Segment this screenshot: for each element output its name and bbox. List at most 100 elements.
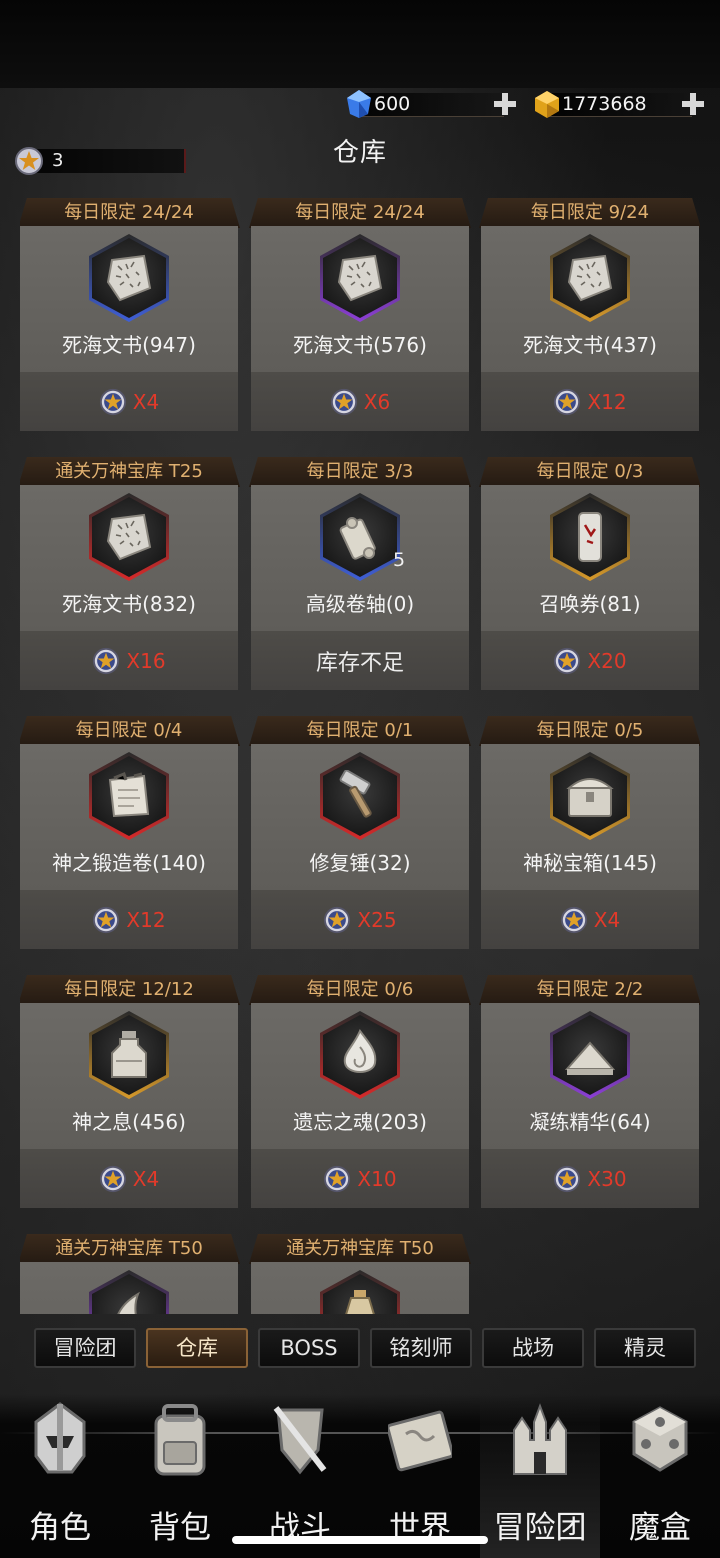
shop-item-card[interactable]: 每日限定 0/6 遗忘之魂(203) X10 xyxy=(249,975,471,1208)
add-gold-button[interactable] xyxy=(680,91,706,117)
item-body: 神之息(456) xyxy=(20,1003,238,1149)
item-body: 神秘宝箱(145) xyxy=(481,744,699,890)
item-price: X4 xyxy=(132,1166,160,1191)
star-coin-icon xyxy=(324,1165,351,1192)
item-price: X20 xyxy=(587,648,627,673)
nav-item[interactable]: 世界 xyxy=(360,1394,480,1558)
stone-tablet-icon xyxy=(335,252,385,304)
star-coin-icon xyxy=(554,1165,581,1192)
diamond-currency: 600 xyxy=(344,88,520,120)
purchase-limit-label: 每日限定 0/6 xyxy=(249,975,471,1005)
item-price: X4 xyxy=(132,389,160,414)
shop-item-grid[interactable]: 每日限定 24/24 死海文书(947) X4 每日限定 24/24 死海文书(… xyxy=(20,198,700,1314)
gold-currency: 1773668 xyxy=(532,88,708,120)
purchase-limit-label: 通关万神宝库 T50 xyxy=(249,1234,471,1264)
item-name: 神之息(456) xyxy=(72,1110,186,1134)
sub-tab[interactable]: 冒险团 xyxy=(34,1328,136,1368)
item-body: 遗忘之魂(203) xyxy=(251,1003,469,1149)
shop-item-card[interactable]: 每日限定 3/3 5 高级卷轴(0) 库存不足 xyxy=(249,457,471,690)
item-price: X16 xyxy=(126,648,166,673)
nav-label: 冒险团 xyxy=(493,1510,587,1546)
stone-tablet-icon xyxy=(104,252,154,304)
item-name: 死海文书(576) xyxy=(293,333,427,357)
sub-tab[interactable]: 精灵 xyxy=(594,1328,696,1368)
buy-button[interactable]: X12 xyxy=(481,372,699,431)
item-price: X25 xyxy=(357,907,397,932)
shop-item-card[interactable]: 每日限定 0/4 神之锻造卷(140) X12 xyxy=(20,716,240,949)
horn-icon xyxy=(104,1288,154,1314)
sub-tab[interactable]: 仓库 xyxy=(146,1328,248,1368)
helmet-icon xyxy=(28,1400,92,1478)
item-name: 死海文书(832) xyxy=(62,592,196,616)
nav-label: 背包 xyxy=(149,1510,211,1546)
shop-item-card[interactable]: 通关万神宝库 T50 xyxy=(20,1234,240,1314)
status-bar xyxy=(0,0,720,88)
shop-item-card[interactable]: 每日限定 24/24 死海文书(947) X4 xyxy=(20,198,240,431)
item-price: X6 xyxy=(363,389,391,414)
add-diamond-button[interactable] xyxy=(492,91,518,117)
item-price: X4 xyxy=(593,907,621,932)
item-quantity: 5 xyxy=(393,549,406,571)
sword-shield-icon xyxy=(268,1400,332,1478)
nav-item[interactable]: 背包 xyxy=(120,1394,240,1558)
item-price: X10 xyxy=(357,1166,397,1191)
buy-button[interactable]: X16 xyxy=(20,631,238,690)
shop-item-card[interactable]: 通关万神宝库 T50 xyxy=(249,1234,471,1314)
item-body: 死海文书(437) xyxy=(481,226,699,372)
summon-ticket-icon xyxy=(565,511,615,563)
item-name: 神秘宝箱(145) xyxy=(523,851,657,875)
shop-item-card[interactable]: 每日限定 0/1 修复锤(32) X25 xyxy=(249,716,471,949)
item-body: 死海文书(947) xyxy=(20,226,238,372)
out-of-stock-label: 库存不足 xyxy=(315,650,404,676)
nav-item[interactable]: 角色 xyxy=(0,1394,120,1558)
hammer-icon xyxy=(335,769,385,822)
shop-item-card[interactable]: 每日限定 12/12 神之息(456) X4 xyxy=(20,975,240,1208)
buy-button[interactable]: X4 xyxy=(20,1149,238,1208)
shop-item-card[interactable]: 每日限定 0/3 召唤券(81) X20 xyxy=(479,457,700,690)
shop-item-card[interactable]: 每日限定 9/24 死海文书(437) X12 xyxy=(479,198,700,431)
buy-button[interactable]: 库存不足 xyxy=(251,631,469,690)
sub-tab[interactable]: 战场 xyxy=(482,1328,584,1368)
backpack-icon xyxy=(148,1400,212,1478)
buy-button[interactable]: X4 xyxy=(481,890,699,949)
item-body: 5 高级卷轴(0) xyxy=(251,485,469,631)
purchase-limit-label: 每日限定 24/24 xyxy=(20,198,240,228)
sub-tab[interactable]: 铭刻师 xyxy=(370,1328,472,1368)
nav-label: 魔盒 xyxy=(629,1510,691,1546)
treasure-chest-icon xyxy=(565,770,615,822)
star-coin-icon xyxy=(93,647,120,674)
buy-button[interactable]: X12 xyxy=(20,890,238,949)
item-name: 高级卷轴(0) xyxy=(305,592,415,616)
star-coin-icon xyxy=(324,906,351,933)
item-name: 修复锤(32) xyxy=(309,851,411,875)
page-title: 仓库 xyxy=(332,138,387,168)
castle-icon xyxy=(508,1400,572,1478)
shop-item-card[interactable]: 通关万神宝库 T25 死海文书(832) X16 xyxy=(20,457,240,690)
buy-button[interactable]: X30 xyxy=(481,1149,699,1208)
sub-tab[interactable]: BOSS xyxy=(258,1328,360,1368)
star-coin-icon xyxy=(554,388,581,415)
buy-button[interactable]: X6 xyxy=(251,372,469,431)
forge-scroll-icon xyxy=(104,770,154,822)
home-indicator[interactable] xyxy=(232,1536,488,1544)
item-body: 神之锻造卷(140) xyxy=(20,744,238,890)
stone-tablet-icon xyxy=(565,252,615,304)
star-coin-icon xyxy=(330,388,357,415)
buy-button[interactable]: X20 xyxy=(481,631,699,690)
stone-tablet-icon xyxy=(104,511,154,563)
purchase-limit-label: 每日限定 9/24 xyxy=(479,198,700,228)
buy-button[interactable]: X4 xyxy=(20,372,238,431)
shop-item-card[interactable]: 每日限定 24/24 死海文书(576) X6 xyxy=(249,198,471,431)
nav-item[interactable]: 冒险团 xyxy=(480,1394,600,1558)
item-body: 凝练精华(64) xyxy=(481,1003,699,1149)
buy-button[interactable]: X10 xyxy=(251,1149,469,1208)
nav-item[interactable]: 魔盒 xyxy=(600,1394,720,1558)
item-name: 死海文书(437) xyxy=(523,333,657,357)
shop-item-card[interactable]: 每日限定 2/2 凝练精华(64) X30 xyxy=(479,975,700,1208)
bottom-navigation: 角色 背包 战斗 世界 冒险团 魔盒 xyxy=(0,1394,720,1558)
item-price: X12 xyxy=(587,389,627,414)
nav-item[interactable]: 战斗 xyxy=(240,1394,360,1558)
buy-button[interactable]: X25 xyxy=(251,890,469,949)
purchase-limit-label: 每日限定 2/2 xyxy=(479,975,700,1005)
shop-item-card[interactable]: 每日限定 0/5 神秘宝箱(145) X4 xyxy=(479,716,700,949)
